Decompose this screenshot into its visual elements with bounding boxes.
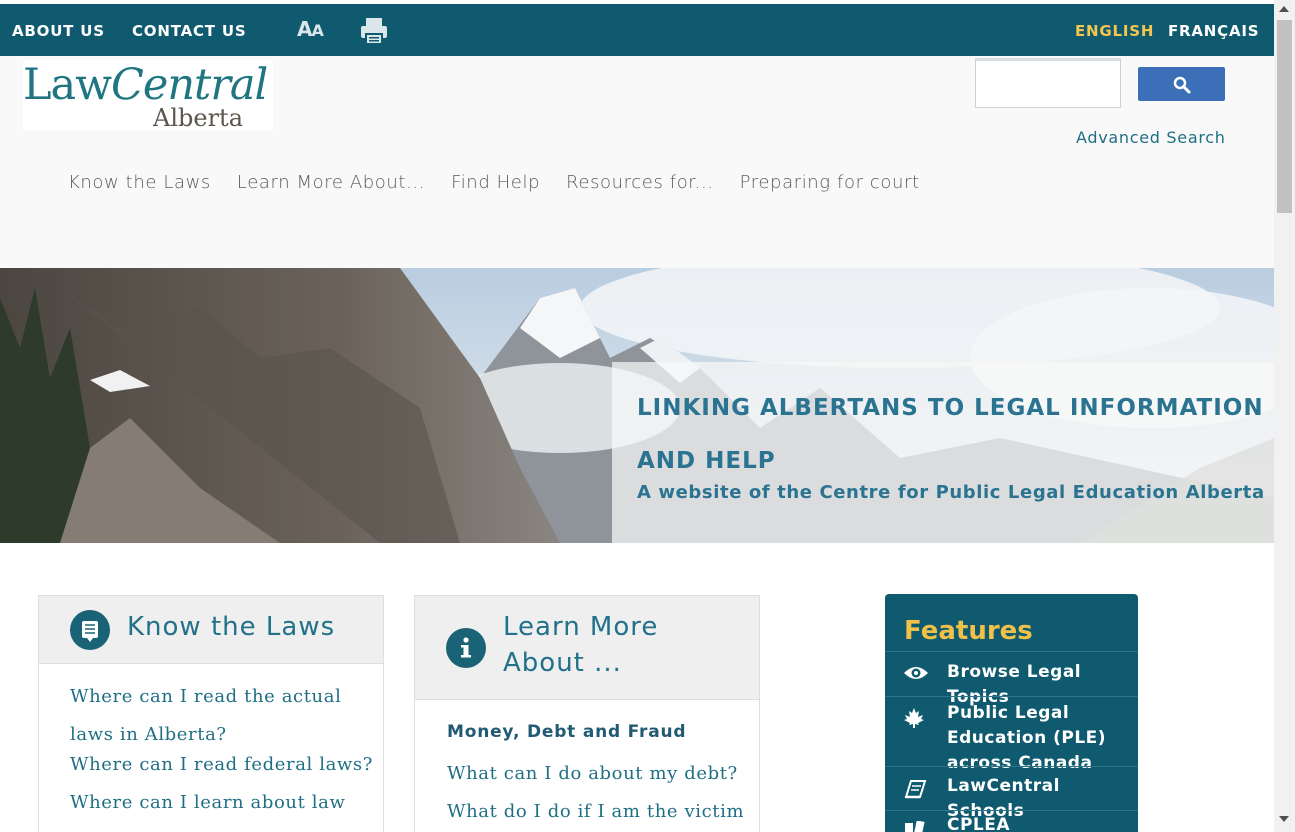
book-icon <box>903 777 927 803</box>
money-debt-fraud-heading[interactable]: Money, Debt and Fraud <box>447 722 686 742</box>
search-button[interactable] <box>1138 67 1225 101</box>
feature-browse-topics-line1: Browse Legal <box>947 662 1082 682</box>
know-laws-link-learn[interactable]: Where can I learn about law <box>70 792 345 813</box>
lawcentral-logo[interactable]: LawCentral Alberta <box>23 60 273 132</box>
learn-more-link-debt[interactable]: What can I do about my debt? <box>447 763 738 784</box>
search-input[interactable] <box>975 58 1121 108</box>
logo-text-main: LawCentral <box>23 60 268 110</box>
learn-more-card: Learn More About ... Money, Debt and Frau… <box>414 595 760 832</box>
scroll-thumb[interactable] <box>1277 20 1292 213</box>
main-nav: Know the Laws Learn More About... Find H… <box>68 172 946 193</box>
contact-us-link[interactable]: CONTACT US <box>132 22 246 40</box>
top-bar: ABOUT US CONTACT US AA ENGLISH FRANÇAIS <box>0 4 1274 56</box>
about-us-link[interactable]: ABOUT US <box>12 22 105 40</box>
learn-more-link-victim[interactable]: What do I do if I am the victim <box>447 801 744 822</box>
know-the-laws-title: Know the Laws <box>127 612 336 642</box>
know-the-laws-header: Know the Laws <box>39 596 383 664</box>
features-title: Features <box>904 616 1033 646</box>
logo-word-law: Law <box>23 60 112 110</box>
nav-item-learn-more[interactable]: Learn More About... <box>237 172 425 193</box>
feature-ple-line2: Education (PLE) <box>947 728 1107 748</box>
hero-title: LINKING ALBERTANS TO LEGAL INFORMATION A… <box>637 395 1264 474</box>
know-laws-link-alberta[interactable]: Where can I read the actual laws in Albe… <box>70 678 375 754</box>
feature-browse-topics[interactable]: Browse Legal Topics <box>885 651 1138 707</box>
eye-icon <box>903 665 929 685</box>
nav-item-preparing-court[interactable]: Preparing for court <box>740 172 920 193</box>
nav-item-resources[interactable]: Resources for... <box>566 172 714 193</box>
font-size-large-glyph: A <box>297 17 313 41</box>
font-size-small-glyph: A <box>311 21 323 40</box>
hero-banner: LINKING ALBERTANS TO LEGAL INFORMATION A… <box>0 268 1274 543</box>
feature-cplea-publications[interactable]: CPLEA Publications <box>885 810 1138 832</box>
feature-ple-canada[interactable]: Public Legal Education (PLE) across Canada <box>885 696 1138 773</box>
books-icon <box>903 820 927 832</box>
scroll-up-arrow-icon[interactable] <box>1279 6 1289 12</box>
nav-item-find-help[interactable]: Find Help <box>451 172 540 193</box>
nav-item-know-laws[interactable]: Know the Laws <box>68 172 211 193</box>
feature-ple-canada-label: Public Legal Education (PLE) across Canada <box>947 701 1106 776</box>
learn-more-title-line2: About ... <box>503 648 622 678</box>
know-laws-link-federal[interactable]: Where can I read federal laws? <box>70 754 373 775</box>
site-header: LawCentral Alberta Advanced Search Know … <box>0 56 1274 268</box>
search-icon <box>1173 76 1191 94</box>
page-scrollbar[interactable] <box>1274 0 1295 832</box>
features-panel: Features Browse Legal Topics Public Legal… <box>885 594 1138 832</box>
hero-text-panel: LINKING ALBERTANS TO LEGAL INFORMATION A… <box>612 362 1274 543</box>
print-icon[interactable] <box>360 16 388 46</box>
font-size-toggle[interactable]: AA <box>297 17 324 41</box>
logo-word-central: Central <box>111 60 268 110</box>
feature-lawcentral-schools[interactable]: LawCentral Schools <box>885 766 1138 821</box>
feature-ple-line1: Public Legal <box>947 703 1070 723</box>
learn-more-title: Learn More About ... <box>503 609 658 681</box>
scroll-down-arrow-icon[interactable] <box>1279 816 1289 822</box>
english-link[interactable]: ENGLISH <box>1075 22 1154 40</box>
french-link[interactable]: FRANÇAIS <box>1168 22 1259 40</box>
maple-leaf-icon <box>903 707 925 733</box>
document-icon <box>70 610 110 650</box>
advanced-search-link[interactable]: Advanced Search <box>1076 128 1226 147</box>
know-the-laws-card: Know the Laws Where can I read the actua… <box>38 595 384 832</box>
feature-cplea-publications-label: CPLEA Publications <box>947 815 1011 832</box>
logo-text-alberta: Alberta <box>153 104 243 132</box>
learn-more-header: Learn More About ... <box>415 596 759 700</box>
hero-subtitle: A website of the Centre for Public Legal… <box>637 482 1265 503</box>
info-icon <box>446 628 486 668</box>
learn-more-title-line1: Learn More <box>503 612 659 642</box>
